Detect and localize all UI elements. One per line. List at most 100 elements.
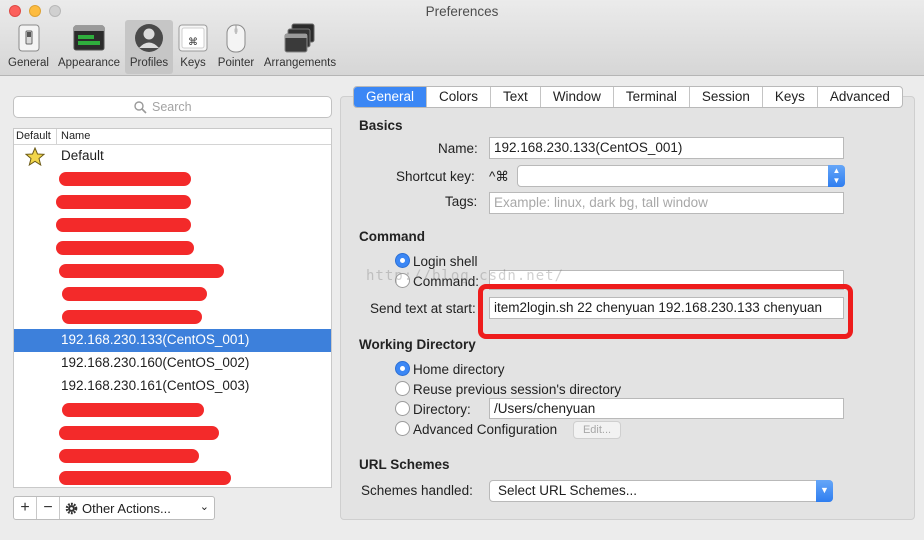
advanced-config-label: Advanced Configuration: [413, 422, 558, 437]
column-divider: [56, 129, 57, 145]
redaction-mark: [59, 471, 231, 485]
stacked-windows-icon: [284, 23, 315, 53]
profile-search-input[interactable]: Search: [13, 96, 332, 118]
profile-row-default[interactable]: Default: [14, 145, 331, 168]
window-titlebar: Preferences General Appearance Profiles: [0, 0, 924, 76]
redaction-mark: [56, 218, 191, 232]
redaction-mark: [56, 241, 194, 255]
toolbar-label: Keys: [180, 57, 206, 69]
directory-label: Directory:: [413, 402, 471, 417]
toolbar-label: Pointer: [217, 57, 255, 69]
tab-window[interactable]: Window: [541, 87, 614, 107]
toolbar-general[interactable]: General: [4, 20, 53, 74]
login-shell-radio[interactable]: [395, 253, 410, 268]
command-glyph: ⌘: [188, 37, 198, 48]
edit-button[interactable]: Edit...: [573, 421, 621, 439]
tab-keys[interactable]: Keys: [763, 87, 818, 107]
toolbar-label: General: [8, 57, 49, 69]
shortcut-modifiers: ^⌘: [489, 169, 509, 184]
profile-row[interactable]: 192.168.230.161(CentOS_003): [14, 375, 331, 398]
directory-radio[interactable]: [395, 401, 410, 416]
send-text-label: Send text at start:: [370, 301, 476, 316]
profile-row[interactable]: [14, 237, 331, 260]
toolbar-profiles[interactable]: Profiles: [125, 20, 173, 74]
profile-row[interactable]: [14, 260, 331, 283]
other-actions-label: Other Actions...: [82, 501, 171, 516]
search-icon: [134, 101, 147, 114]
redaction-mark: [56, 195, 191, 209]
tab-general[interactable]: General: [354, 87, 428, 107]
redaction-mark: [62, 287, 207, 301]
annotation-highlight-box: [478, 284, 853, 339]
shortcut-key-label: Shortcut key:: [396, 169, 475, 184]
toolbar-label: Arrangements: [263, 57, 337, 69]
toolbar-pointer[interactable]: Pointer: [213, 20, 259, 74]
redaction-mark: [59, 449, 199, 463]
tags-label: Tags:: [445, 194, 478, 209]
gear-icon: [65, 502, 78, 515]
remove-profile-button[interactable]: −: [37, 497, 60, 519]
redaction-mark: [62, 403, 204, 417]
mouse-icon: [226, 24, 246, 53]
redaction-mark: [59, 426, 219, 440]
profile-row[interactable]: 192.168.230.160(CentOS_002): [14, 352, 331, 375]
other-actions-menu[interactable]: Other Actions... ⌄: [61, 497, 215, 519]
add-profile-button[interactable]: +: [14, 497, 37, 519]
profile-row[interactable]: [14, 191, 331, 214]
tab-session[interactable]: Session: [690, 87, 763, 107]
profile-tabs: General Colors Text Window Terminal Sess…: [353, 86, 903, 108]
blog-watermark: http://blog.csdn.net/: [366, 268, 565, 284]
redaction-mark: [62, 310, 202, 324]
shortcut-key-select[interactable]: ▲ ▼: [517, 165, 845, 187]
user-silhouette-icon: [135, 24, 163, 52]
profile-row[interactable]: [14, 214, 331, 237]
basics-heading: Basics: [359, 118, 403, 133]
toolbar-keys[interactable]: ⌘ Keys: [175, 20, 211, 74]
url-schemes-select[interactable]: Select URL Schemes... ▼: [489, 480, 833, 502]
column-default[interactable]: Default: [16, 130, 51, 142]
reuse-directory-radio[interactable]: [395, 381, 410, 396]
star-icon: [25, 147, 45, 166]
schemes-handled-label: Schemes handled:: [361, 483, 473, 498]
profile-name: 192.168.230.133(CentOS_001): [61, 332, 250, 347]
chevron-down-icon: ⌄: [199, 501, 209, 513]
toolbar-appearance[interactable]: Appearance: [53, 20, 125, 74]
url-schemes-heading: URL Schemes: [359, 457, 450, 472]
home-directory-label: Home directory: [413, 362, 505, 377]
profile-row[interactable]: [14, 306, 331, 329]
tab-text[interactable]: Text: [491, 87, 541, 107]
window-title: Preferences: [425, 4, 499, 19]
profile-list[interactable]: Default Name Default 192.168.230.133(Cen…: [13, 128, 332, 488]
advanced-config-radio[interactable]: [395, 421, 410, 436]
column-name[interactable]: Name: [61, 130, 90, 142]
tab-advanced[interactable]: Advanced: [818, 87, 902, 107]
profile-name: Default: [61, 148, 104, 163]
profile-list-header: Default Name: [14, 129, 331, 145]
search-placeholder: Search: [152, 100, 192, 114]
tab-colors[interactable]: Colors: [427, 87, 492, 107]
name-label: Name:: [438, 141, 478, 156]
login-shell-label: Login shell: [413, 254, 478, 269]
redaction-mark: [59, 172, 191, 186]
profile-name: 192.168.230.161(CentOS_003): [61, 378, 250, 393]
home-directory-radio[interactable]: [395, 361, 410, 376]
profile-row-selected[interactable]: 192.168.230.133(CentOS_001): [14, 329, 331, 352]
profile-list-controls: + − Other Actions... ⌄: [13, 496, 215, 520]
terminal-window-icon: [73, 25, 105, 51]
directory-field[interactable]: /Users/chenyuan: [489, 398, 844, 419]
redaction-mark: [59, 264, 224, 278]
profile-row[interactable]: [14, 168, 331, 191]
profile-name-field[interactable]: 192.168.230.133(CentOS_001): [489, 137, 844, 159]
chevron-down-icon: ▼: [816, 480, 833, 502]
reuse-directory-label: Reuse previous session's directory: [413, 382, 622, 397]
profile-name: 192.168.230.160(CentOS_002): [61, 355, 250, 370]
working-directory-heading: Working Directory: [359, 337, 476, 352]
profile-row[interactable]: [14, 283, 331, 306]
select-arrows-icon: ▲ ▼: [828, 165, 845, 187]
tab-terminal[interactable]: Terminal: [614, 87, 690, 107]
url-schemes-select-value: Select URL Schemes...: [498, 483, 638, 498]
toolbar-label: Profiles: [129, 57, 169, 69]
command-heading: Command: [359, 229, 426, 244]
toolbar-arrangements[interactable]: Arrangements: [261, 20, 339, 74]
tags-field[interactable]: Example: linux, dark bg, tall window: [489, 192, 844, 214]
